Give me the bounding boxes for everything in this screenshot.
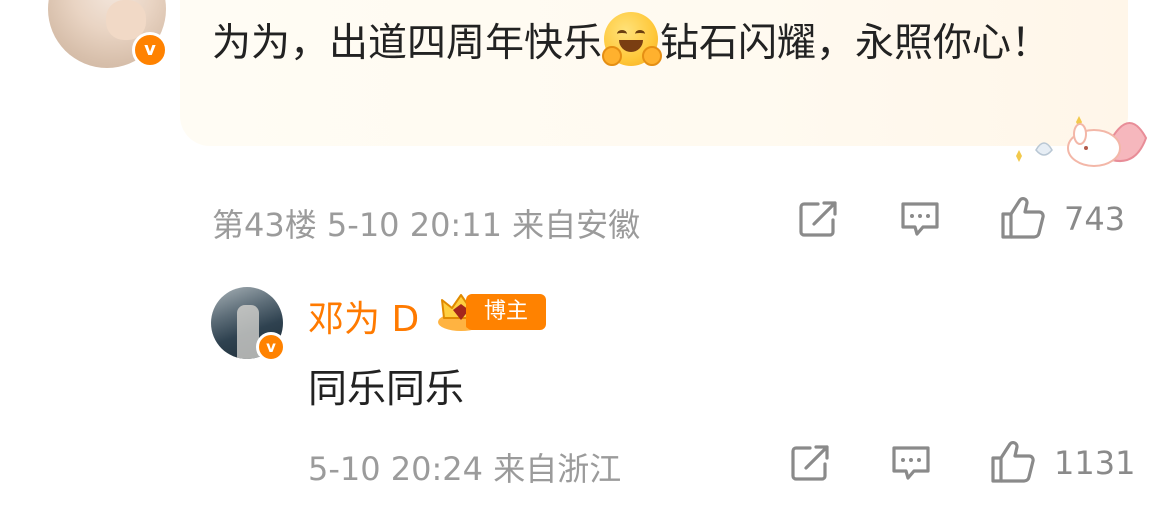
bunny-sticker-icon [1016, 116, 1148, 167]
blogger-badge: 博主 [466, 294, 546, 330]
like-count: 1131 [1054, 444, 1136, 482]
reply-text: 同乐同乐 [308, 367, 465, 412]
share-icon[interactable] [790, 444, 832, 482]
comment-meta: 第43楼 5-10 20:11 来自安徽 [212, 200, 640, 246]
reply-location: 来自浙江 [493, 450, 622, 488]
floor-number: 第43楼 [212, 206, 317, 244]
comment-time: 20:11 [409, 206, 502, 244]
reply-time: 20:24 [390, 450, 484, 488]
verified-icon: v [256, 332, 286, 362]
reply-date: 5-10 [308, 450, 381, 488]
comment-location: 来自安徽 [512, 206, 641, 244]
verified-icon: v [132, 32, 168, 68]
hugging-face-emoji-icon [602, 12, 663, 66]
like-count: 743 [1064, 200, 1126, 238]
like-icon[interactable] [1000, 196, 1046, 240]
comment-icon[interactable] [899, 200, 941, 238]
comment-date: 5-10 [326, 206, 400, 244]
comment-text: 为为，出道四周年快乐 钻石闪耀，永照你心！ [212, 12, 1102, 76]
comment-icon[interactable] [890, 444, 932, 482]
reply-username[interactable]: 邓为 D [308, 290, 419, 342]
share-icon[interactable] [798, 200, 840, 238]
like-icon[interactable] [990, 440, 1036, 484]
reply-meta: 5-10 20:24 来自浙江 [308, 444, 621, 490]
